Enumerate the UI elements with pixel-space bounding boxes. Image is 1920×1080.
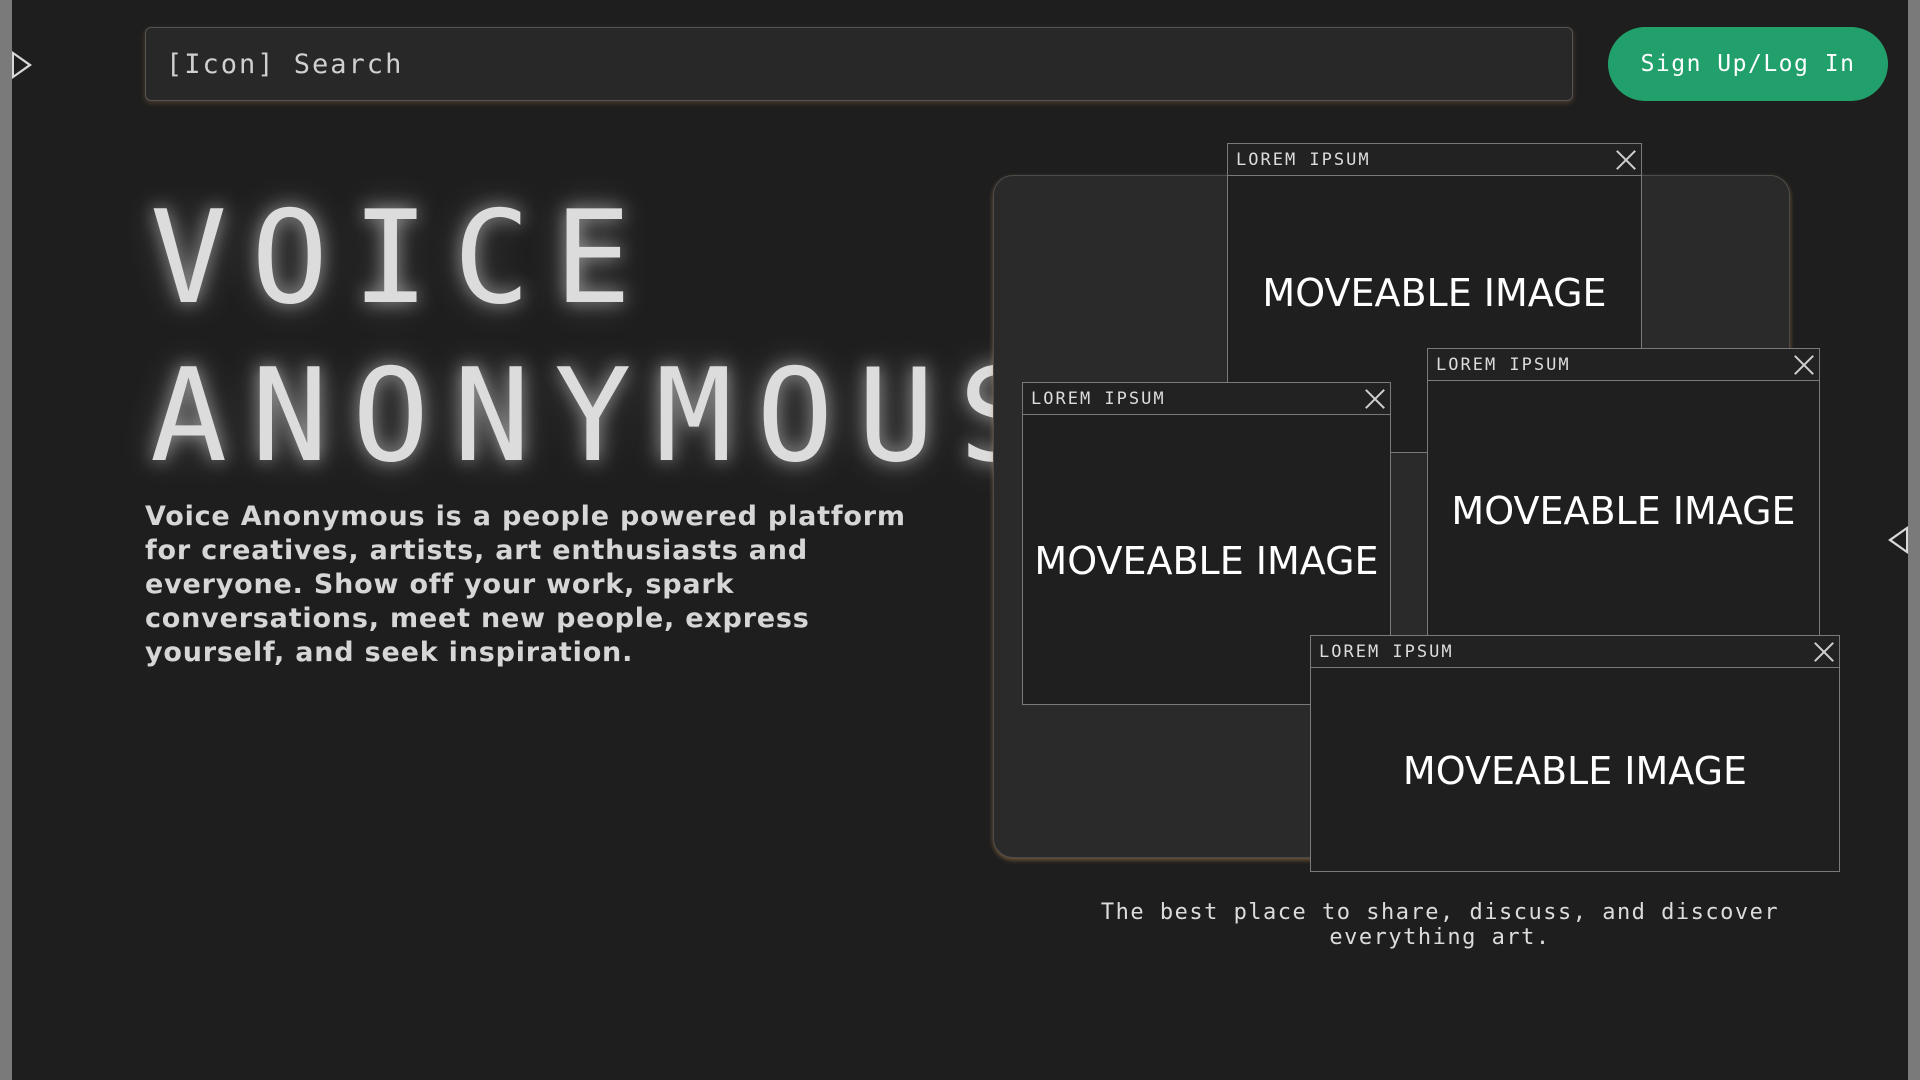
window-title-bar[interactable]: LOREM IPSUM (1428, 349, 1819, 381)
window-body[interactable]: MOVEABLE IMAGE (1311, 668, 1839, 873)
page: [Icon] Search Sign Up/Log In VOICE ANONY… (0, 0, 1920, 1080)
hero-title: VOICE ANONYMOUS (150, 180, 1060, 496)
moveable-image-label: MOVEABLE IMAGE (1034, 538, 1379, 583)
moveable-window-3[interactable]: LOREM IPSUM MOVEABLE IMAGE (1427, 348, 1820, 658)
window-title: LOREM IPSUM (1236, 149, 1371, 170)
sidebar-toggle-icon[interactable] (12, 51, 32, 79)
left-edge-bar (0, 0, 12, 1080)
window-title: LOREM IPSUM (1031, 388, 1166, 409)
signup-login-button[interactable]: Sign Up/Log In (1608, 27, 1888, 101)
close-icon[interactable] (1807, 636, 1839, 668)
window-title-bar[interactable]: LOREM IPSUM (1311, 636, 1839, 668)
close-icon[interactable] (1358, 383, 1390, 415)
moveable-image-label: MOVEABLE IMAGE (1402, 748, 1748, 793)
panel-toggle-icon[interactable] (1888, 526, 1908, 554)
moveable-image-label: MOVEABLE IMAGE (1262, 271, 1607, 315)
moveable-image-label: MOVEABLE IMAGE (1451, 489, 1796, 533)
close-icon[interactable] (1609, 144, 1641, 176)
moveable-window-4[interactable]: LOREM IPSUM MOVEABLE IMAGE (1310, 635, 1840, 872)
close-icon[interactable] (1787, 349, 1819, 381)
window-body[interactable]: MOVEABLE IMAGE (1428, 381, 1819, 659)
hero-title-line-2: ANONYMOUS (150, 342, 1060, 491)
window-title-bar[interactable]: LOREM IPSUM (1023, 383, 1390, 415)
window-title: LOREM IPSUM (1319, 641, 1454, 662)
hero-title-line-1: VOICE (150, 184, 656, 333)
window-title: LOREM IPSUM (1436, 354, 1571, 375)
right-edge-bar (1908, 0, 1920, 1080)
window-title-bar[interactable]: LOREM IPSUM (1228, 144, 1641, 176)
search-placeholder: [Icon] Search (166, 48, 404, 80)
gallery-tagline: The best place to share, discuss, and di… (1100, 900, 1780, 950)
hero-description: Voice Anonymous is a people powered plat… (145, 501, 906, 668)
search-bar[interactable]: [Icon] Search (145, 27, 1573, 101)
